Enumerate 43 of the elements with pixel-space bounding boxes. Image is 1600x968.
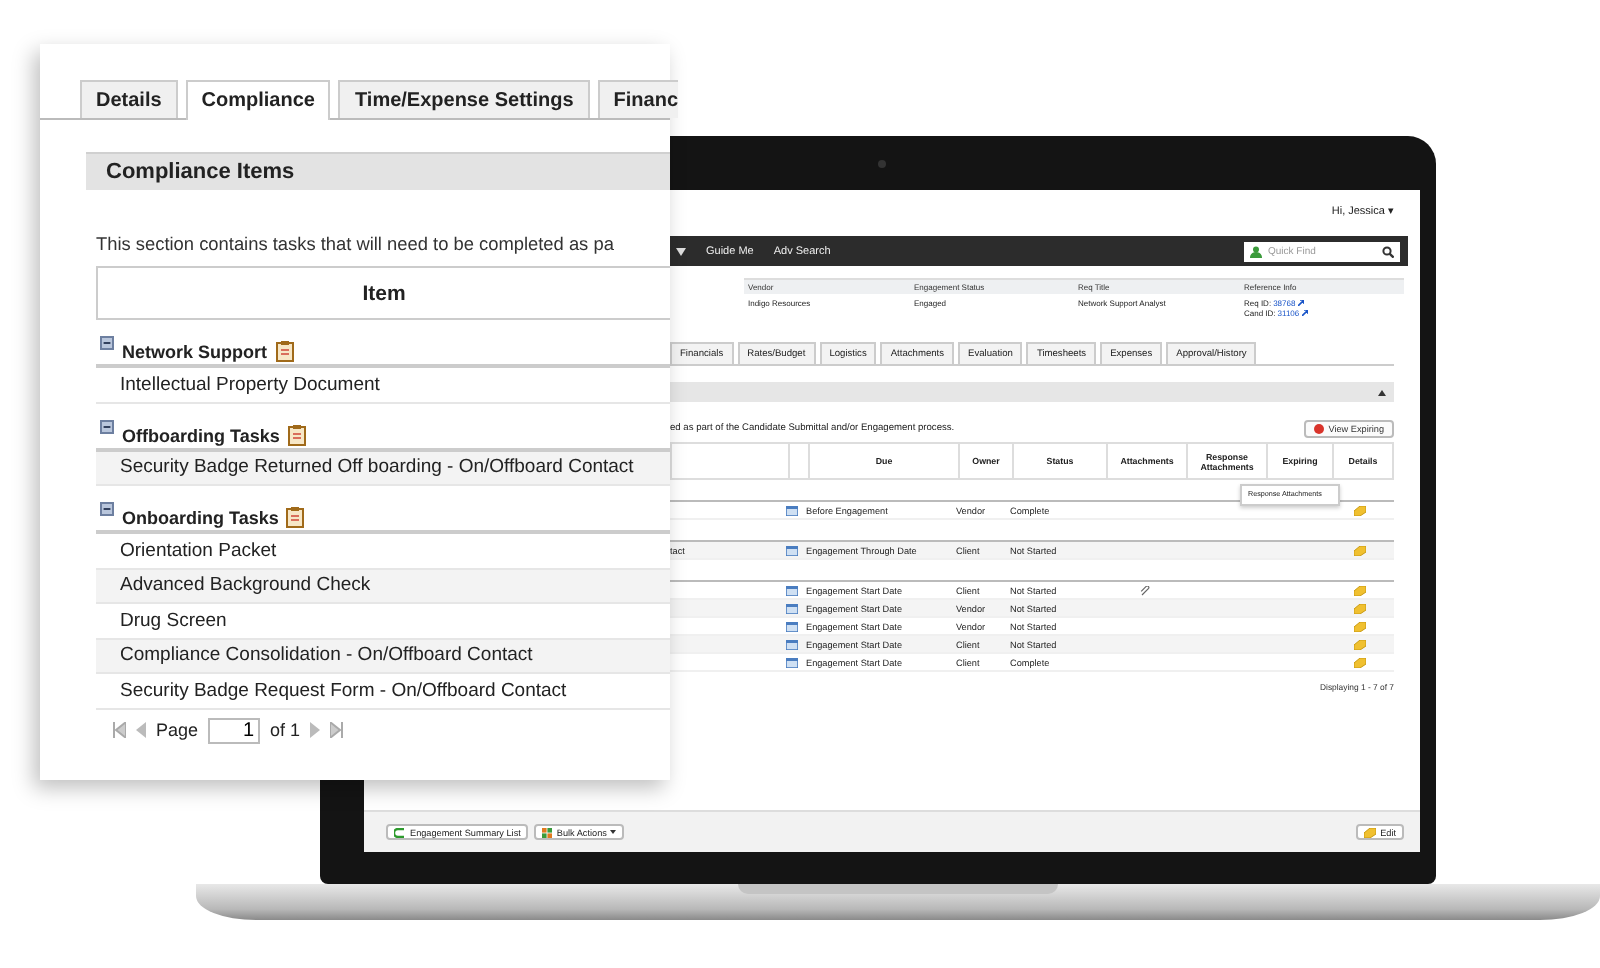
alert-icon [1314, 423, 1325, 433]
clipboard-icon[interactable] [287, 423, 306, 445]
person-icon [1250, 245, 1262, 257]
caret-icon[interactable] [676, 247, 686, 255]
tab[interactable]: Compliance [185, 80, 331, 120]
collapse-icon[interactable] [100, 419, 114, 433]
page-label: Page [156, 720, 199, 740]
page-count: of 1 [270, 720, 301, 740]
calendar-icon[interactable] [786, 585, 798, 595]
group-name: Network Support [122, 342, 268, 362]
tab[interactable]: Details [80, 80, 178, 118]
external-link-icon [1297, 300, 1304, 306]
page-number-field[interactable]: 1 [208, 717, 261, 743]
calendar-icon[interactable] [786, 545, 798, 555]
table-row: Security Badge Returned Off boarding - On/Offboard Contact [96, 451, 670, 486]
calendar-icon[interactable] [786, 603, 798, 613]
clipboard-icon[interactable] [286, 506, 305, 528]
table-row: Intellectual Property Document [96, 368, 670, 403]
group-name: Onboarding Tasks [122, 508, 279, 528]
calendar-icon[interactable] [786, 621, 798, 631]
group-name: Offboarding Tasks [122, 425, 280, 445]
caret-icon [610, 830, 617, 834]
section-header: Compliance Items [86, 152, 670, 190]
calendar-icon[interactable] [786, 639, 798, 649]
last-page-icon[interactable] [330, 722, 345, 738]
table-row: Compliance Consolidation - On/Offboard Contact [96, 639, 670, 674]
collapse-icon[interactable] [100, 336, 114, 350]
calendar-icon[interactable] [786, 505, 798, 515]
collapse-icon[interactable] [1378, 389, 1386, 395]
collapse-icon[interactable] [100, 502, 114, 516]
calendar-icon[interactable] [786, 657, 798, 667]
section-description: This section contains tasks that will need to be completed as pa [96, 234, 616, 254]
table-row: Security Badge Request Form - On/Offboard Contact [96, 674, 670, 709]
table-row: Advanced Background Check [96, 569, 670, 604]
grid-icon [542, 827, 553, 837]
paperclip-icon[interactable] [1139, 585, 1149, 595]
external-link-icon [1301, 310, 1308, 316]
tab[interactable]: Time/Expense Settings [338, 80, 590, 118]
tab[interactable]: Financ [597, 80, 679, 118]
search-icon[interactable] [1382, 245, 1394, 257]
first-page-icon[interactable] [112, 722, 126, 738]
clipboard-icon[interactable] [275, 340, 294, 362]
column-header: Item [96, 266, 670, 320]
